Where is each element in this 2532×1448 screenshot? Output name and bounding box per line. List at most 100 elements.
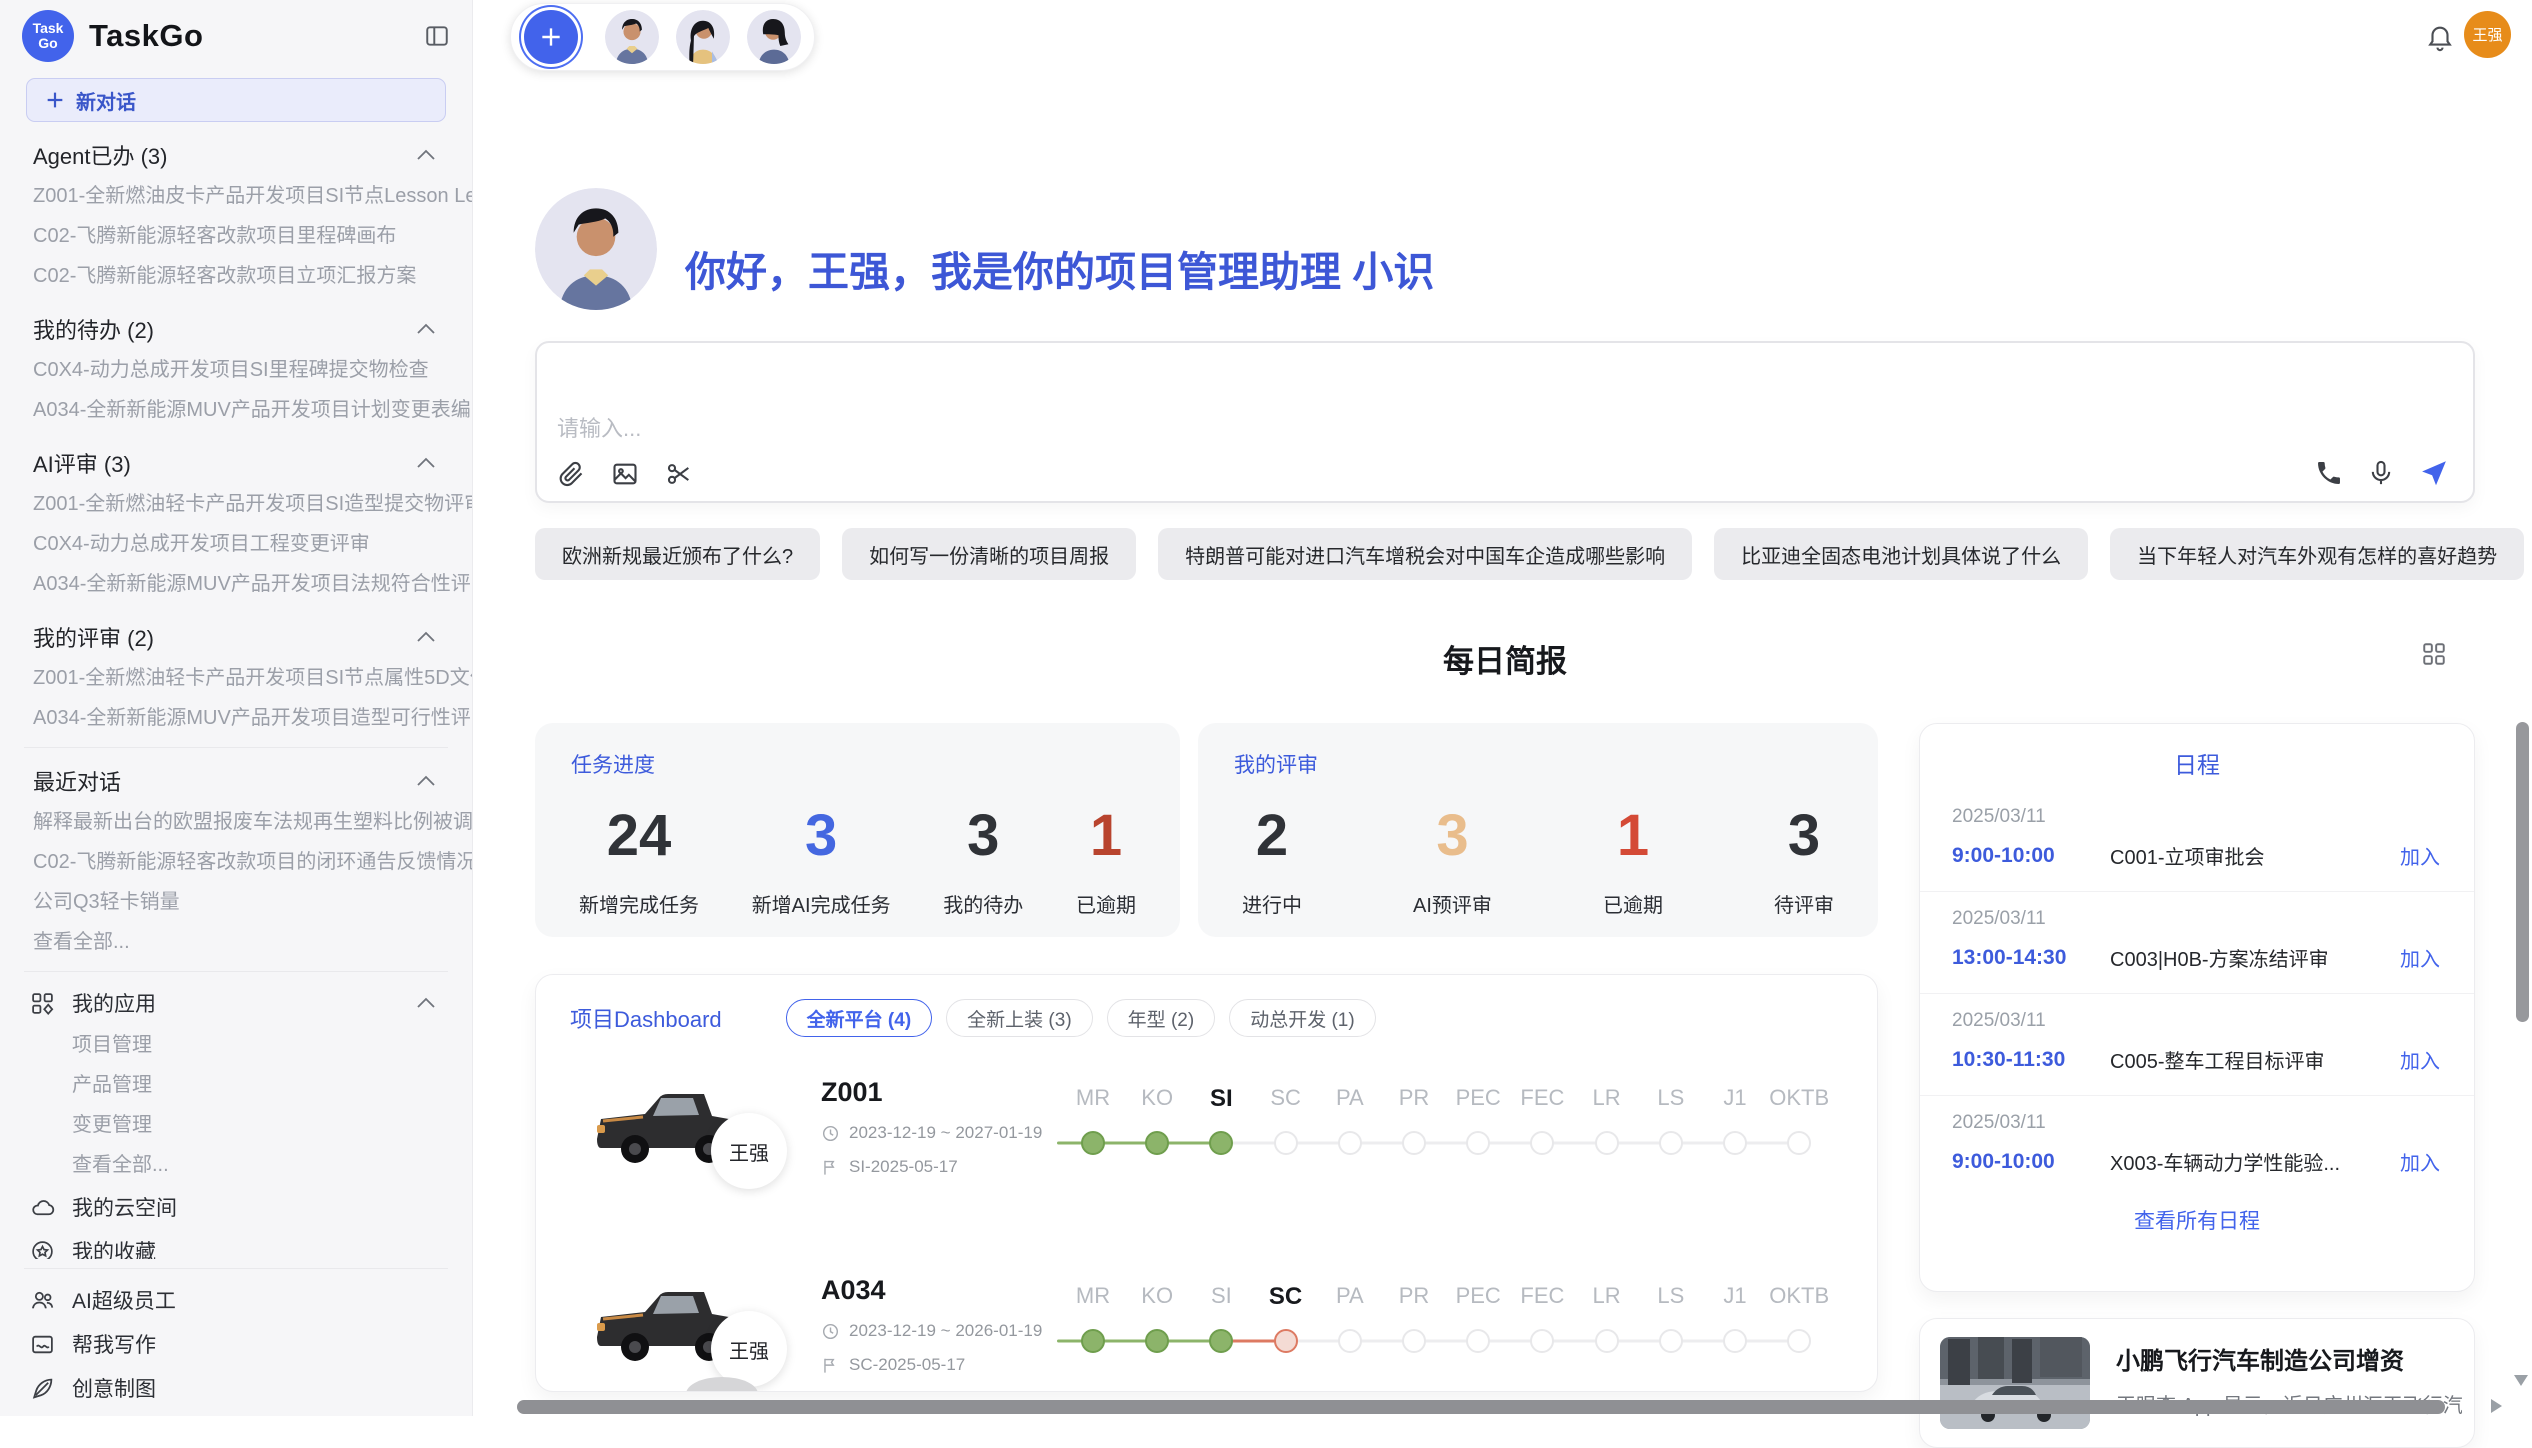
sidebar-section-header[interactable]: 我的待办 (2): [0, 308, 472, 350]
phone-icon[interactable]: [2315, 459, 2343, 487]
join-link[interactable]: 加入: [2400, 943, 2440, 972]
scissors-icon[interactable]: [665, 460, 693, 488]
people-icon: [30, 1288, 55, 1313]
suggestion-chip[interactable]: 如何写一份清晰的项目周报: [842, 528, 1136, 580]
divider: [24, 971, 448, 972]
sidebar-item[interactable]: C02-飞腾新能源轻客改款项目立项汇报方案: [0, 256, 472, 296]
chevron-up-icon[interactable]: [416, 323, 436, 335]
scroll-down-arrow[interactable]: [2514, 1375, 2528, 1386]
suggestion-chip[interactable]: 特朗普可能对进口汽车增税会对中国车企造成哪些影响: [1158, 528, 1692, 580]
sidebar-item[interactable]: Z001-全新燃油皮卡产品开发项目SI节点Lesson Learn报告: [0, 176, 472, 216]
chevron-up-icon[interactable]: [416, 775, 436, 787]
section-title: 最近对话: [33, 765, 121, 797]
milestone-dot: [1723, 1131, 1747, 1155]
milestone-label: PA: [1336, 1085, 1364, 1111]
dashboard-filter-chip[interactable]: 全新平台 (4): [786, 999, 933, 1037]
agent-avatar-3[interactable]: [747, 10, 801, 64]
sidebar-item[interactable]: A034-全新新能源MUV产品开发项目造型可行性评审: [0, 698, 472, 738]
sidebar-item[interactable]: Z001-全新燃油轻卡产品开发项目SI造型提交物评审: [0, 484, 472, 524]
sidebar-section-header[interactable]: Agent已办 (3): [0, 134, 472, 176]
clock-icon: [821, 1322, 840, 1341]
project-row[interactable]: 王强Z0012023-12-19 ~ 2027-01-19SI-2025-05-…: [536, 1061, 1877, 1259]
new-chat-button[interactable]: 新对话: [26, 78, 446, 122]
suggestion-chip[interactable]: 欧洲新规最近颁布了什么?: [535, 528, 820, 580]
sidebar-section-header[interactable]: 我的评审 (2): [0, 616, 472, 658]
add-agent-button[interactable]: [524, 10, 578, 64]
task-progress-card: 任务进度24新增完成任务3新增AI完成任务3我的待办1已逾期: [535, 723, 1180, 937]
sidebar-item[interactable]: A034-全新新能源MUV产品开发项目计划变更表编写: [0, 390, 472, 430]
sidebar-collapse-icon[interactable]: [422, 23, 452, 49]
stat-value: 2: [1256, 801, 1288, 871]
dashboard-filter-chip[interactable]: 年型 (2): [1107, 999, 1216, 1037]
chevron-up-icon[interactable]: [416, 149, 436, 161]
send-icon[interactable]: [2419, 458, 2449, 488]
user-avatar[interactable]: 王强: [2464, 11, 2511, 58]
stat-value: 3: [967, 801, 999, 871]
sidebar-app-item[interactable]: 产品管理: [0, 1065, 472, 1105]
event-date: 2025/03/11: [1952, 1112, 2440, 1134]
agent-avatar-1[interactable]: [605, 10, 659, 64]
sidebar-tool-write[interactable]: 帮我写作: [0, 1322, 472, 1366]
flag-label: SC-2025-05-17: [849, 1355, 965, 1375]
agent-avatar-2[interactable]: [676, 10, 730, 64]
sidebar-section-header[interactable]: 最近对话: [0, 760, 472, 802]
sidebar-section-header[interactable]: AI评审 (3): [0, 442, 472, 484]
chat-input[interactable]: 请输入...: [535, 341, 2475, 503]
layout-grid-icon[interactable]: [2421, 641, 2447, 667]
join-link[interactable]: 加入: [2400, 841, 2440, 870]
notification-bell-icon[interactable]: [2425, 21, 2455, 53]
join-link[interactable]: 加入: [2400, 1147, 2440, 1176]
sidebar-item[interactable]: C02-飞腾新能源轻客改款项目的闭环通告反馈情况: [0, 842, 472, 882]
view-all-conversations-link[interactable]: 查看全部...: [0, 922, 472, 962]
sidebar-tool-label: 帮我写作: [72, 1329, 156, 1359]
view-all-apps-link[interactable]: 查看全部...: [0, 1145, 472, 1185]
event-name: C001-立项审批会: [2110, 841, 2400, 870]
feather-icon: [30, 1376, 55, 1401]
sidebar-item-cloud[interactable]: 我的云空间: [0, 1185, 472, 1229]
sidebar-item[interactable]: Z001-全新燃油轻卡产品开发项目SI节点属性5D文件评审: [0, 658, 472, 698]
sidebar-item[interactable]: A034-全新新能源MUV产品开发项目法规符合性评审: [0, 564, 472, 604]
chevron-up-icon[interactable]: [416, 457, 436, 469]
project-row[interactable]: 王强A0342023-12-19 ~ 2026-01-19SC-2025-05-…: [536, 1259, 1877, 1392]
sidebar-item[interactable]: 公司Q3轻卡销量: [0, 882, 472, 922]
suggestion-chip[interactable]: 当下年轻人对汽车外观有怎样的喜好趋势: [2110, 528, 2524, 580]
sidebar-item[interactable]: C0X4-动力总成开发项目工程变更评审: [0, 524, 472, 564]
flag-label: SI-2025-05-17: [849, 1157, 958, 1177]
sidebar-item[interactable]: C02-飞腾新能源轻客改款项目里程碑画布: [0, 216, 472, 256]
suggestion-chip[interactable]: 比亚迪全固态电池计划具体说了什么: [1714, 528, 2088, 580]
milestone-dot: [1530, 1131, 1554, 1155]
milestone-label: KO: [1141, 1085, 1173, 1111]
stat-card-title: 任务进度: [571, 749, 1144, 779]
chevron-up-icon[interactable]: [416, 631, 436, 643]
image-icon[interactable]: [611, 460, 639, 488]
sidebar-app-item[interactable]: 变更管理: [0, 1105, 472, 1145]
chevron-up-icon[interactable]: [416, 997, 436, 1009]
milestone-label: OKTB: [1769, 1283, 1829, 1309]
sidebar-tool-people[interactable]: AI超级员工: [0, 1278, 472, 1322]
view-all-schedule-link[interactable]: 查看所有日程: [1920, 1205, 2474, 1235]
join-link[interactable]: 加入: [2400, 1045, 2440, 1074]
sidebar-section-my-apps[interactable]: 我的应用: [0, 981, 472, 1025]
sidebar-item[interactable]: 解释最新出台的欧盟报废车法规再生塑料比例被调至15%...: [0, 802, 472, 842]
dashboard-filter-chip[interactable]: 全新上装 (3): [946, 999, 1093, 1037]
sidebar-item[interactable]: C0X4-动力总成开发项目SI里程碑提交物检查: [0, 350, 472, 390]
dashboard-filter-chip[interactable]: 动总开发 (1): [1229, 999, 1376, 1037]
milestone-label: MR: [1076, 1283, 1110, 1309]
stat: 3新增AI完成任务: [752, 801, 891, 918]
horizontal-scrollbar-thumb[interactable]: [517, 1400, 2445, 1414]
stat-value: 24: [607, 801, 672, 871]
milestone-dot: [1402, 1131, 1426, 1155]
sidebar-tool-feather[interactable]: 创意制图: [0, 1366, 472, 1410]
milestone-label: PR: [1399, 1085, 1430, 1111]
sidebar-recent-section: 最近对话解释最新出台的欧盟报废车法规再生塑料比例被调至15%...C02-飞腾新…: [0, 760, 472, 962]
sidebar-app-item[interactable]: 项目管理: [0, 1025, 472, 1065]
date-range: 2023-12-19 ~ 2026-01-19: [849, 1321, 1042, 1341]
attachment-icon[interactable]: [557, 460, 585, 488]
microphone-icon[interactable]: [2367, 459, 2395, 487]
event-date: 2025/03/11: [1952, 1010, 2440, 1032]
composer-left-icons: [557, 460, 693, 488]
vertical-scrollbar-thumb[interactable]: [2516, 722, 2529, 1022]
logo-line2: Go: [38, 36, 57, 51]
scroll-right-arrow[interactable]: [2491, 1399, 2502, 1413]
news-card[interactable]: 小鹏飞行汽车制造公司增资 天眼查 App 显示，近日广州汇天飞行汽...: [1919, 1318, 2475, 1448]
